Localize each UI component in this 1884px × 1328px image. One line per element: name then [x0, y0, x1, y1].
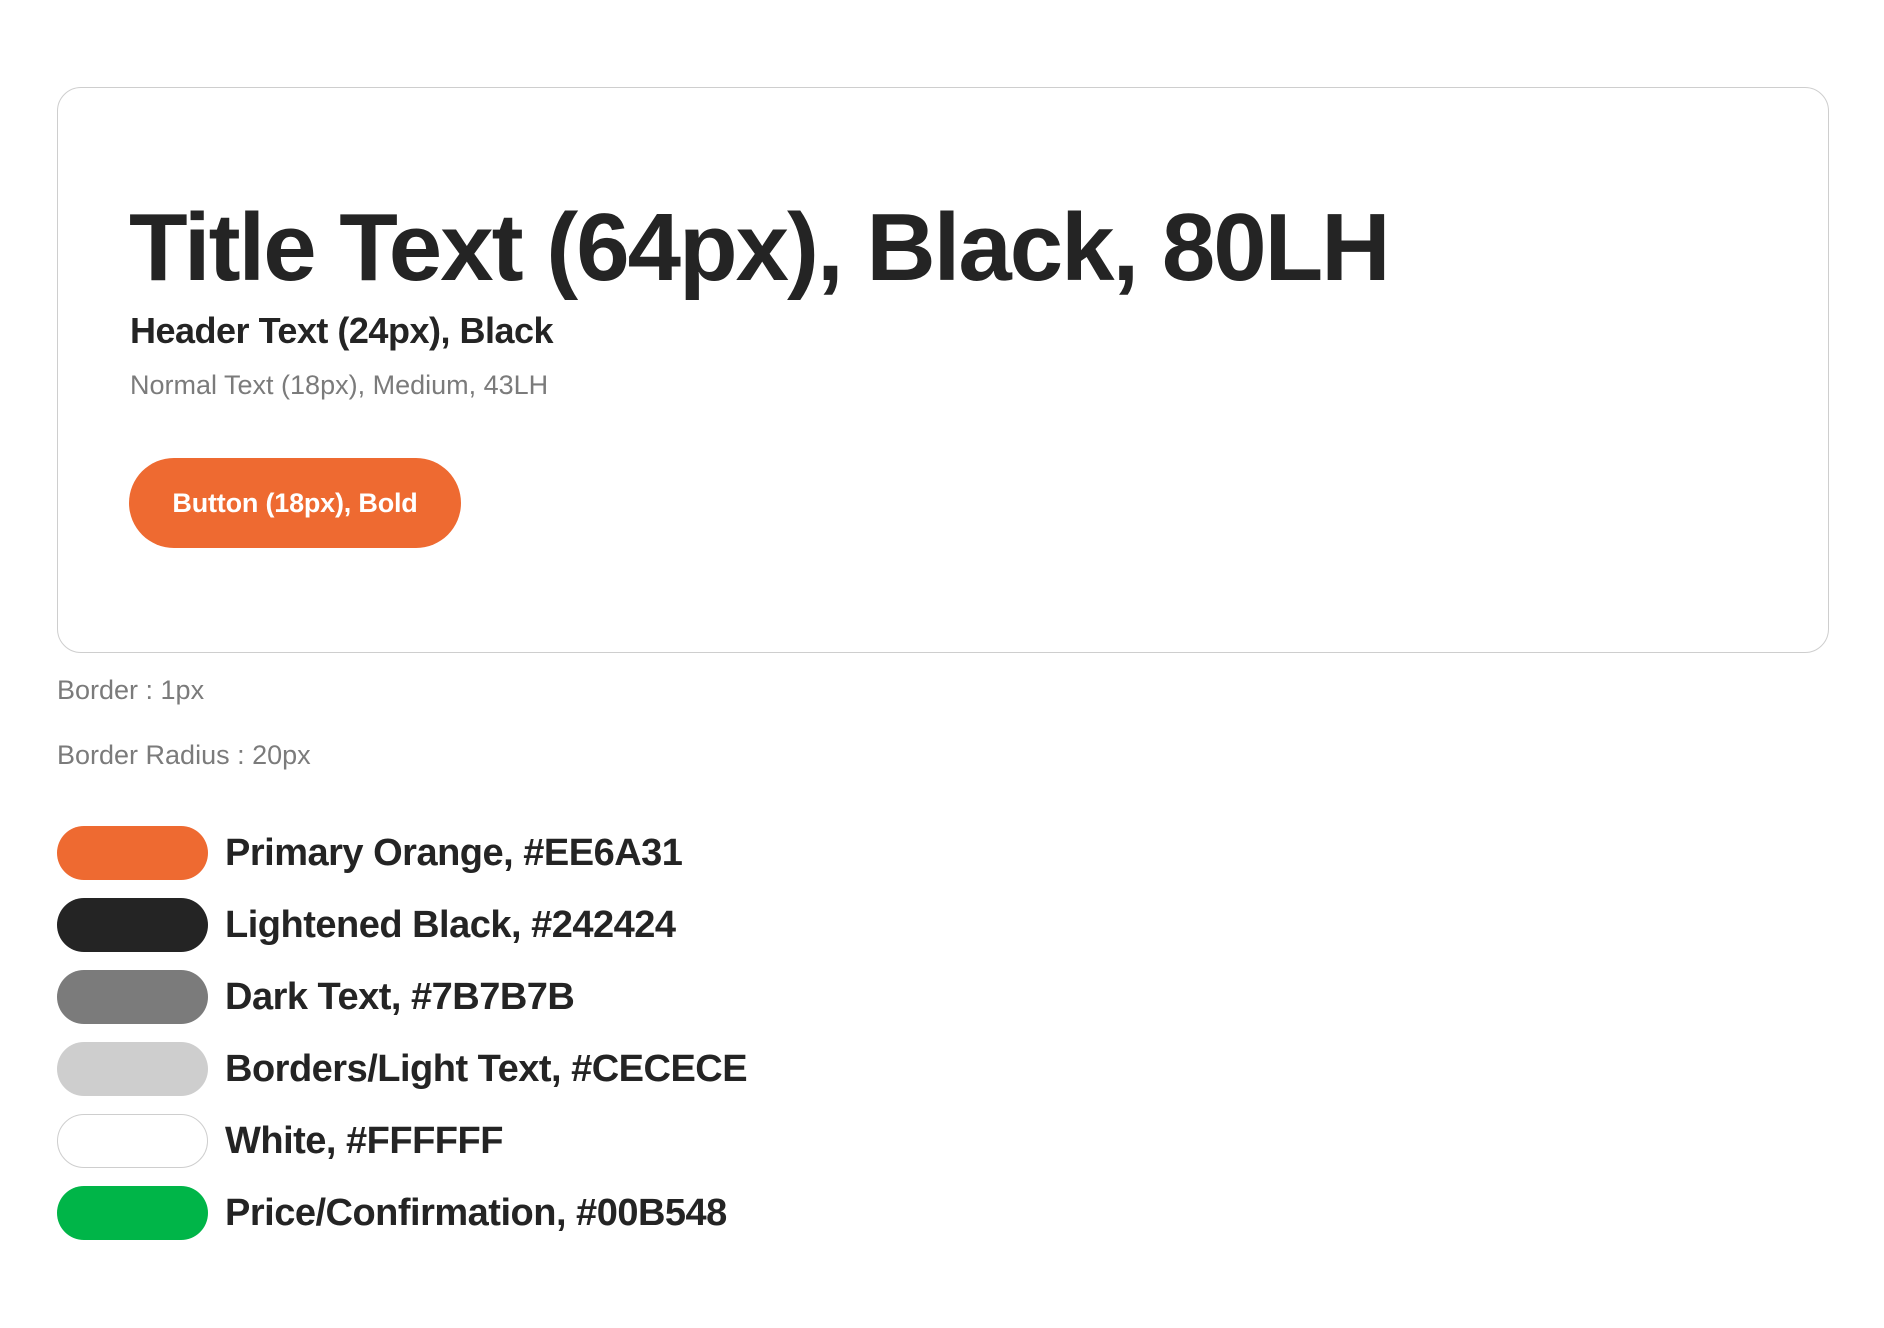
header-text-sample: Header Text (24px), Black	[130, 310, 554, 351]
swatch-price-confirmation: Price/Confirmation, #00B548	[57, 1186, 747, 1240]
color-chip	[57, 970, 208, 1024]
color-chip	[57, 898, 208, 952]
title-text-sample: Title Text (64px), Black, 80LH	[129, 194, 1391, 301]
swatch-lightened-black: Lightened Black, #242424	[57, 898, 747, 952]
typography-sample-card: Title Text (64px), Black, 80LH Header Te…	[57, 87, 1829, 653]
swatch-label: Lightened Black, #242424	[225, 903, 676, 946]
swatch-label: Price/Confirmation, #00B548	[225, 1191, 727, 1234]
color-chip	[57, 1114, 208, 1168]
swatch-primary-orange: Primary Orange, #EE6A31	[57, 826, 747, 880]
color-chip	[57, 1186, 208, 1240]
swatch-label: Primary Orange, #EE6A31	[225, 831, 683, 874]
swatch-label: Dark Text, #7B7B7B	[225, 975, 575, 1018]
sample-button[interactable]: Button (18px), Bold	[129, 458, 461, 548]
color-chip	[57, 826, 208, 880]
swatch-label: White, #FFFFFF	[225, 1119, 503, 1162]
normal-text-sample: Normal Text (18px), Medium, 43LH	[130, 370, 549, 400]
swatch-white: White, #FFFFFF	[57, 1114, 747, 1168]
swatch-dark-text: Dark Text, #7B7B7B	[57, 970, 747, 1024]
swatch-label: Borders/Light Text, #CECECE	[225, 1047, 748, 1090]
color-chip	[57, 1042, 208, 1096]
color-palette: Primary Orange, #EE6A31 Lightened Black,…	[57, 826, 748, 1258]
border-radius-note: Border Radius : 20px	[57, 740, 311, 770]
swatch-borders-light-text: Borders/Light Text, #CECECE	[57, 1042, 748, 1096]
border-note: Border : 1px	[57, 675, 205, 705]
